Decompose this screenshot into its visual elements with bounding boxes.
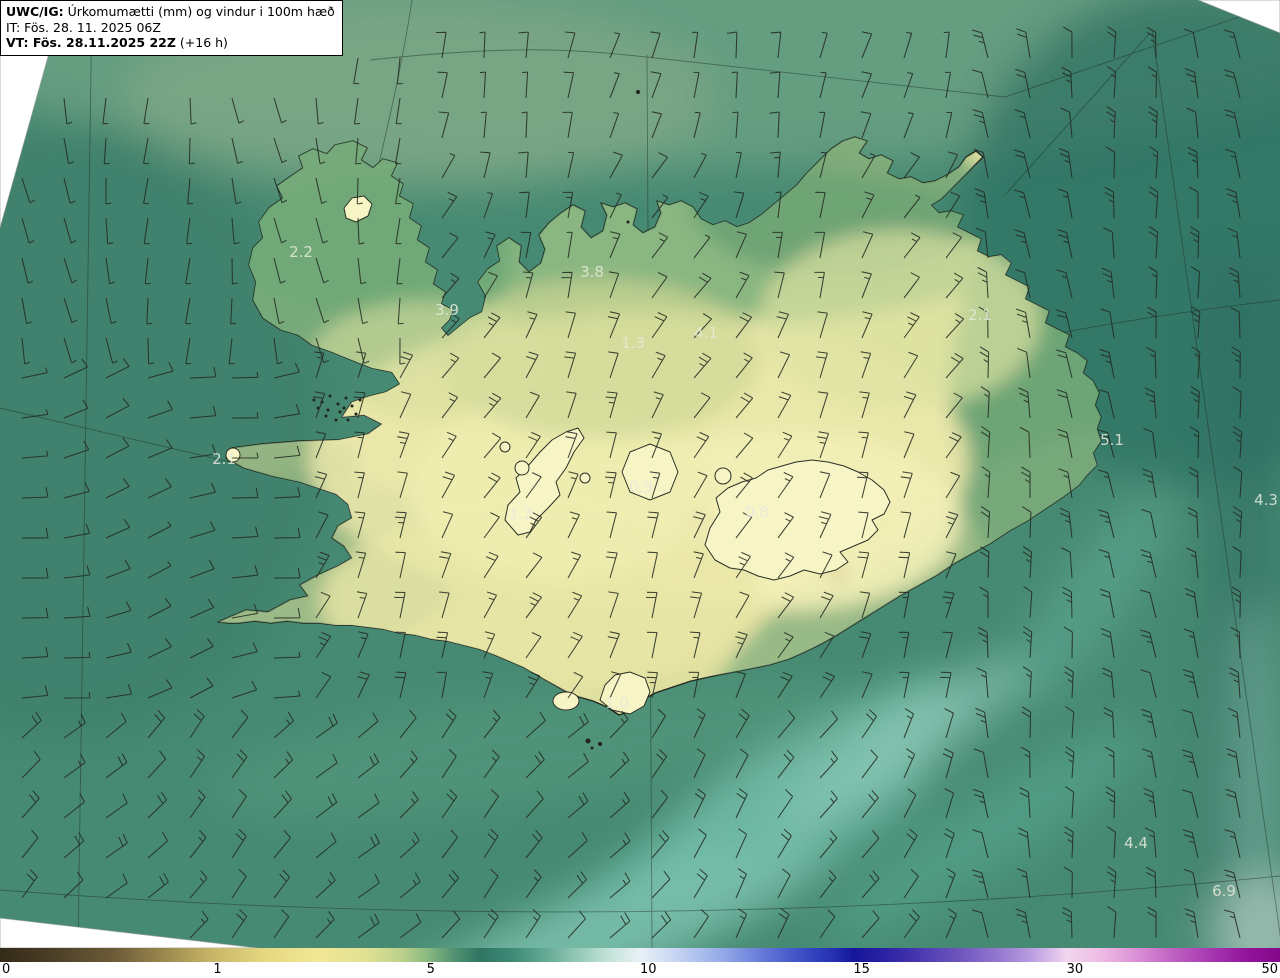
precip-value-label: 0.9 [629,478,653,496]
precipitation-wind-map: 2.2 3.8 3.9 4.1 2.1 1.3 2.1 5.1 4.3 0.9 1.2 0.8 1.0 4… [0,0,1280,948]
precip-value-label: 4.4 [1124,834,1148,852]
precip-value-label: 1.0 [605,694,629,712]
forecast-header: UWC/IG: Úrkomumætti (mm) og vindur i 100… [0,0,343,56]
colorbar-gradient [0,948,1280,962]
colorbar-tick-5: 5 [426,962,435,977]
header-line-init: IT: Fös. 28. 11. 2025 06Z [6,20,335,36]
precip-value-label: 0.8 [745,503,769,521]
colorbar-tick-30: 30 [1066,962,1084,977]
colorbar-tick-10: 10 [640,962,657,977]
precip-value-label: 1.3 [621,334,645,352]
init-time: IT: Fös. 28. 11. 2025 06Z [6,19,161,35]
colorbar-ticks: 0 1 5 10 15 30 50 [0,962,1280,978]
header-line-valid: VT: Fös. 28.11.2025 22Z (+16 h) [6,35,335,51]
precip-value-label: 2.1 [968,306,992,324]
colorbar-tick-15: 15 [853,962,870,977]
glacier-eyjafjallajokull [552,691,580,711]
precip-value-label: 3.8 [580,263,604,281]
precip-value-label: 2.2 [289,243,313,261]
precip-value-label: 6.9 [1212,882,1236,900]
precip-value-label: 3.9 [435,301,459,319]
precip-value-label: 1.2 [509,505,533,523]
colorbar-tick-50: 50 [1261,962,1278,977]
valid-time: VT: Fös. 28.11.2025 22Z [6,35,176,50]
precip-value-label: 2.1 [212,450,236,468]
precip-value-label: 5.1 [1100,431,1124,449]
map-title: Úrkomumætti (mm) og vindur i 100m hæð [67,4,335,19]
colorbar-tick-0: 0 [2,962,11,977]
colorbar-tick-1: 1 [213,962,222,977]
header-line-title: UWC/IG: Úrkomumætti (mm) og vindur i 100… [6,4,335,20]
precip-value-label: 4.1 [694,324,718,342]
precip-value-label: 4.3 [1254,491,1278,509]
product-label: UWC/IG: [6,4,64,19]
valid-offset: (+16 h) [179,35,228,50]
weather-map-screenshot: 2.2 3.8 3.9 4.1 2.1 1.3 2.1 5.1 4.3 0.9 1.2 0.8 1.0 4… [0,0,1280,978]
